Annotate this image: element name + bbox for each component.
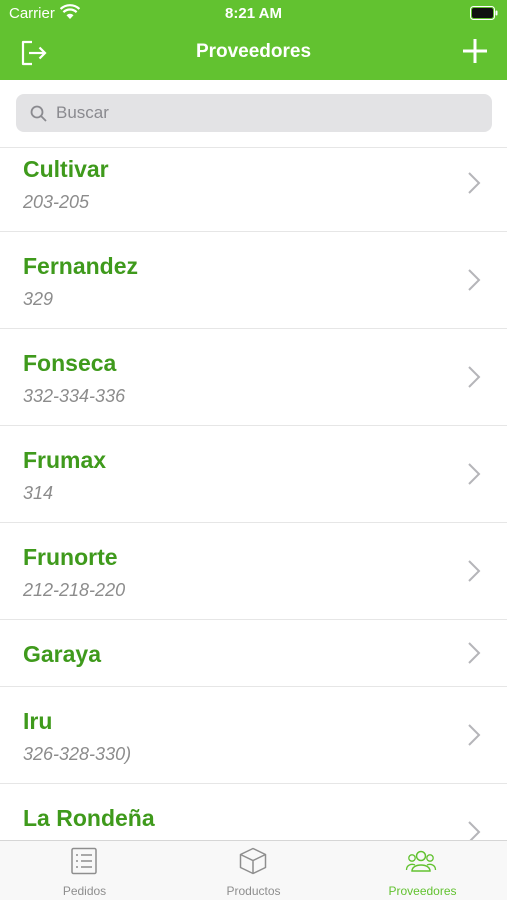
list-icon [71, 847, 97, 875]
provider-name: Iru [23, 708, 53, 734]
search-bar [0, 80, 507, 148]
providers-list: Cultivar 203-205 Fernandez 329 Fonseca 3… [0, 148, 507, 840]
navigation-bar: Proveedores [0, 28, 507, 80]
provider-name: La Rondeña [23, 805, 155, 831]
provider-row[interactable]: Iru 326-328-330) [0, 687, 507, 784]
people-icon [405, 850, 437, 872]
provider-row[interactable]: Fonseca 332-334-336 [0, 329, 507, 426]
tab-label: Productos [226, 884, 281, 898]
tab-proveedores[interactable]: Proveedores [338, 841, 507, 900]
search-input[interactable] [56, 94, 476, 132]
provider-row[interactable]: Fernandez 329 [0, 232, 507, 329]
provider-codes: 314 [23, 483, 54, 503]
provider-name: Fonseca [23, 350, 117, 376]
provider-codes: 332-334-336 [23, 386, 126, 406]
chevron-right-icon [468, 463, 481, 485]
provider-name: Frumax [23, 447, 107, 473]
provider-codes: 212-218-220 [23, 580, 126, 600]
provider-codes: 203-205 [23, 192, 90, 212]
provider-row[interactable]: Cultivar 203-205 [0, 148, 507, 232]
provider-row[interactable]: La Rondeña [0, 784, 507, 840]
chevron-right-icon [468, 560, 481, 582]
provider-name: Garaya [23, 641, 102, 667]
chevron-right-icon [468, 821, 481, 840]
status-bar: Carrier 8:21 AM [0, 0, 507, 28]
tab-productos[interactable]: Productos [169, 841, 338, 900]
provider-row[interactable]: Frunorte 212-218-220 [0, 523, 507, 620]
provider-name: Fernandez [23, 253, 139, 279]
chevron-right-icon [468, 642, 481, 664]
chevron-right-icon [468, 269, 481, 291]
page-title: Proveedores [195, 41, 312, 62]
search-icon [30, 105, 47, 122]
chevron-right-icon [468, 724, 481, 746]
provider-codes: 326-328-330) [23, 744, 132, 764]
header: Carrier 8:21 AM Proveedores [0, 0, 507, 80]
box-icon [239, 847, 267, 875]
battery-icon [470, 6, 498, 20]
provider-row[interactable]: Garaya [0, 620, 507, 687]
tab-bar: Pedidos Productos Proveedores [0, 840, 507, 900]
tab-label: Proveedores [388, 884, 457, 898]
status-time: 8:21 AM [225, 5, 282, 22]
add-icon[interactable] [461, 37, 489, 65]
tab-pedidos[interactable]: Pedidos [0, 841, 169, 900]
chevron-right-icon [468, 172, 481, 194]
provider-codes: 329 [23, 289, 54, 309]
chevron-right-icon [468, 366, 481, 388]
provider-name: Cultivar [23, 156, 109, 182]
search-box[interactable] [16, 94, 492, 132]
tab-label: Pedidos [62, 884, 107, 898]
provider-name: Frunorte [23, 544, 118, 570]
provider-row[interactable]: Frumax 314 [0, 426, 507, 523]
